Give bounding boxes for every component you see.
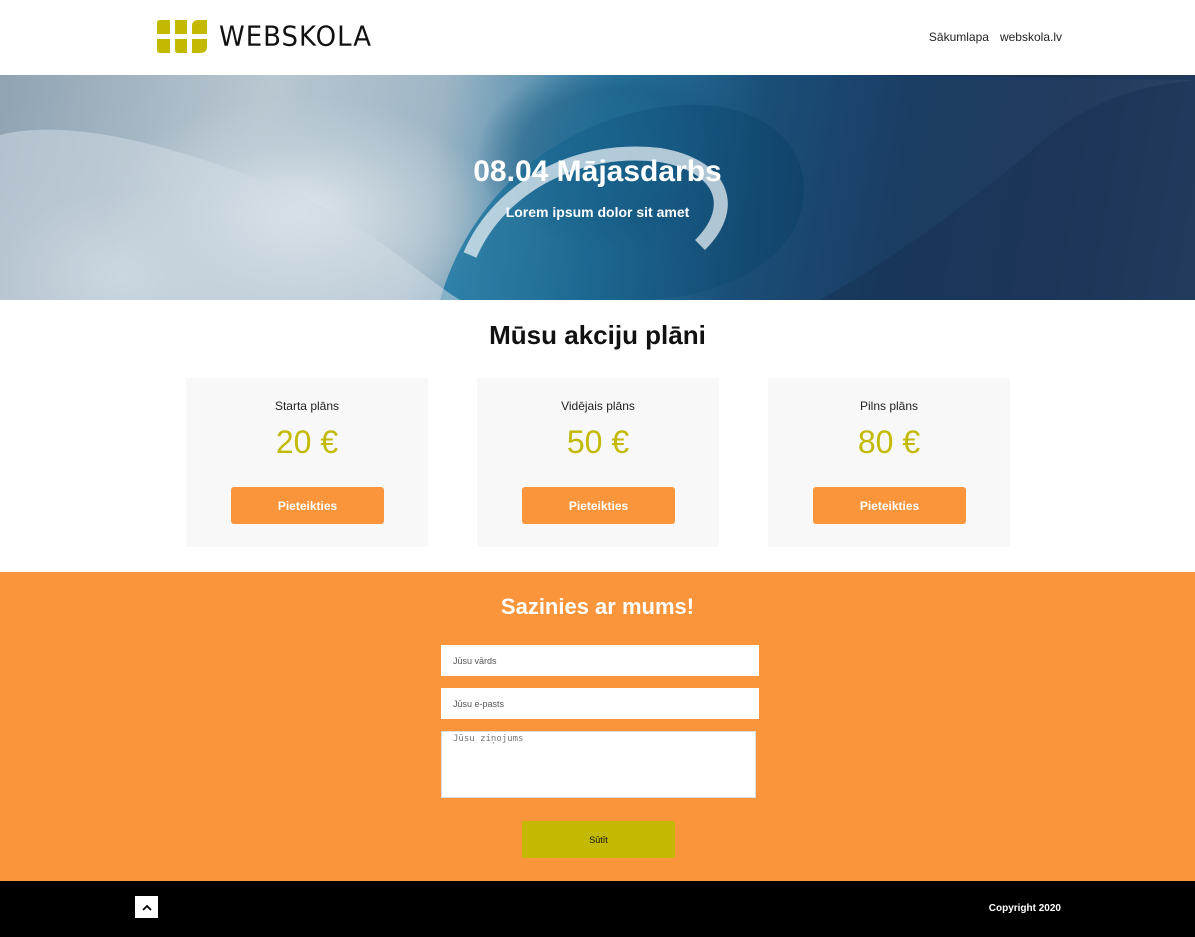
plan-name: Vidējais plāns xyxy=(561,399,635,413)
logo-text: WEBSKOLA xyxy=(219,20,372,53)
site-footer: Copyright 2020 xyxy=(0,881,1195,937)
name-field[interactable] xyxy=(441,645,759,676)
plan-card-starter: Starta plāns 20 € Pieteikties xyxy=(186,378,428,547)
apply-button[interactable]: Pieteikties xyxy=(231,487,384,524)
chevron-up-icon xyxy=(141,904,152,911)
email-field[interactable] xyxy=(441,688,759,719)
hero-title: 08.04 Mājasdarbs xyxy=(473,155,722,188)
nav-link-webskola[interactable]: webskola.lv xyxy=(1000,30,1062,44)
logo-icon xyxy=(157,20,207,53)
message-field[interactable] xyxy=(441,731,756,798)
contact-heading: Sazinies ar mums! xyxy=(500,594,695,619)
apply-button[interactable]: Pieteikties xyxy=(813,487,966,524)
plan-card-medium: Vidējais plāns 50 € Pieteikties xyxy=(477,378,719,547)
plan-card-full: Pilns plāns 80 € Pieteikties xyxy=(768,378,1010,547)
submit-button[interactable]: Sūtīt xyxy=(522,821,675,858)
plans-heading: Mūsu akciju plāni xyxy=(489,320,706,350)
nav-link-home[interactable]: Sākumlapa xyxy=(929,30,989,44)
plan-price: 80 € xyxy=(857,424,921,460)
copyright-text: Copyright 2020 xyxy=(988,903,1061,914)
logo[interactable]: WEBSKOLA xyxy=(157,20,372,53)
contact-section: Sazinies ar mums! Sūtīt xyxy=(0,572,1195,881)
apply-button[interactable]: Pieteikties xyxy=(522,487,675,524)
plan-name: Pilns plāns xyxy=(859,399,919,413)
hero-subtitle: Lorem ipsum dolor sit amet xyxy=(505,204,690,220)
plan-price: 50 € xyxy=(566,424,630,460)
site-header: WEBSKOLA Sākumlapa webskola.lv xyxy=(0,0,1195,75)
plan-price: 20 € xyxy=(275,424,339,460)
main-nav: Sākumlapa webskola.lv xyxy=(929,30,1062,44)
scroll-top-button[interactable] xyxy=(135,896,158,918)
plan-name: Starta plāns xyxy=(274,399,340,413)
hero-banner: 08.04 Mājasdarbs Lorem ipsum dolor sit a… xyxy=(0,75,1195,300)
